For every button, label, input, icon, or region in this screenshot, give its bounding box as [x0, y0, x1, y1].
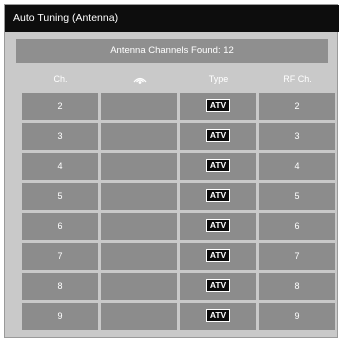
- channel-name: [101, 153, 177, 180]
- channel-row[interactable]: 9 ATV 9: [22, 303, 336, 330]
- auto-tuning-dialog: Auto Tuning (Antenna) Antenna Channels F…: [4, 4, 339, 338]
- channel-number: 2: [22, 93, 98, 120]
- type-badge: ATV: [205, 99, 231, 113]
- channel-number: 7: [22, 243, 98, 270]
- rf-channel: 3: [259, 123, 335, 150]
- channel-row[interactable]: 7 ATV 7: [22, 243, 336, 270]
- channels-found-status: Antenna Channels Found: 12: [16, 39, 328, 63]
- channel-row[interactable]: 3 ATV 3: [22, 123, 336, 150]
- type-badge: ATV: [205, 279, 231, 293]
- channel-type: ATV: [180, 303, 256, 330]
- channel-name: [101, 273, 177, 300]
- rf-channel: 6: [259, 213, 335, 240]
- rf-channel: 4: [259, 153, 335, 180]
- channel-type: ATV: [180, 93, 256, 120]
- dialog-title: Auto Tuning (Antenna): [5, 5, 339, 32]
- channel-type: ATV: [180, 273, 256, 300]
- rf-channel: 9: [259, 303, 335, 330]
- rf-channel: 7: [259, 243, 335, 270]
- channel-type: ATV: [180, 153, 256, 180]
- type-badge: ATV: [205, 309, 231, 323]
- channel-name: [101, 213, 177, 240]
- channel-name: [101, 93, 177, 120]
- rf-channel: 5: [259, 183, 335, 210]
- rf-channel: 8: [259, 273, 335, 300]
- channel-row[interactable]: 5 ATV 5: [22, 183, 336, 210]
- rf-channel: 2: [259, 93, 335, 120]
- channel-name: [101, 183, 177, 210]
- channel-number: 9: [22, 303, 98, 330]
- channel-number: 6: [22, 213, 98, 240]
- channel-row[interactable]: 2 ATV 2: [22, 93, 336, 120]
- header-antenna-column: [101, 71, 178, 87]
- channel-name: [101, 303, 177, 330]
- channel-row[interactable]: 6 ATV 6: [22, 213, 336, 240]
- type-badge: ATV: [205, 189, 231, 203]
- channel-type: ATV: [180, 123, 256, 150]
- header-ch: Ch.: [53, 74, 68, 84]
- header-rf-ch: RF Ch.: [283, 74, 312, 84]
- channel-type: ATV: [180, 183, 256, 210]
- channel-number: 8: [22, 273, 98, 300]
- type-badge: ATV: [205, 129, 231, 143]
- antenna-signal-icon: [133, 77, 146, 84]
- channel-type: ATV: [180, 213, 256, 240]
- channel-row[interactable]: 8 ATV 8: [22, 273, 336, 300]
- channel-name: [101, 243, 177, 270]
- channel-row[interactable]: 4 ATV 4: [22, 153, 336, 180]
- channel-number: 4: [22, 153, 98, 180]
- header-type: Type: [208, 74, 229, 84]
- type-badge: ATV: [205, 219, 231, 233]
- channel-number: 3: [22, 123, 98, 150]
- channel-type: ATV: [180, 243, 256, 270]
- channel-name: [101, 123, 177, 150]
- type-badge: ATV: [205, 159, 231, 173]
- channel-number: 5: [22, 183, 98, 210]
- type-badge: ATV: [205, 249, 231, 263]
